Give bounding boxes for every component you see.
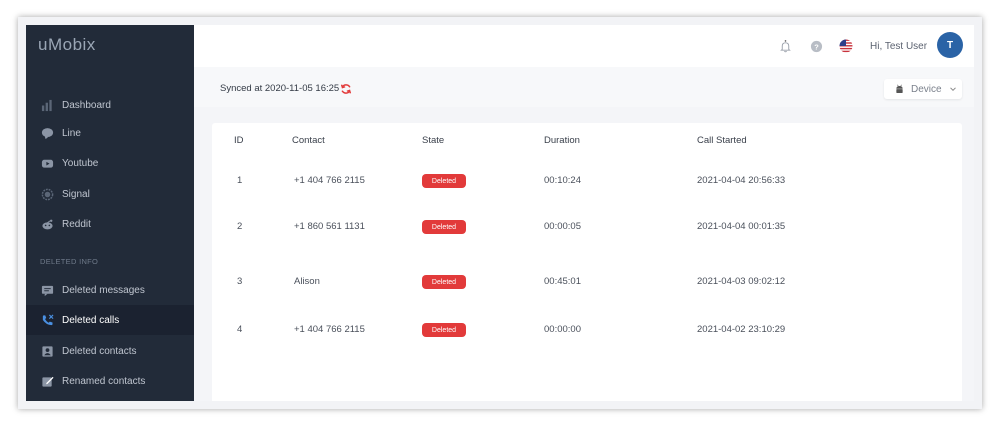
sync-status: Synced at 2020-11-05 16:25 (220, 83, 340, 94)
cell-id: 1 (237, 175, 243, 186)
us-flag-icon[interactable] (839, 39, 853, 53)
sidebar-item-dashboard[interactable]: Dashboard (26, 90, 194, 120)
cell-id: 2 (237, 221, 243, 232)
screenshot-frame: uMobix Dashboard Line Youtube Signal Red… (18, 17, 982, 409)
cell-contact: +1 404 766 2115 (294, 175, 365, 186)
column-header-id[interactable]: ID (234, 135, 244, 146)
cell-id: 4 (237, 324, 243, 335)
app-window: uMobix Dashboard Line Youtube Signal Red… (26, 25, 974, 401)
cell-duration: 00:00:05 (544, 221, 581, 232)
column-header-call-started[interactable]: Call Started (697, 135, 747, 146)
sidebar-item-line[interactable]: Line (26, 118, 194, 148)
status-badge: Deleted (422, 174, 466, 188)
refresh-icon[interactable] (340, 82, 352, 94)
edit-icon (40, 374, 54, 388)
table-row[interactable]: 1 +1 404 766 2115 Deleted 00:10:24 2021-… (212, 168, 962, 208)
sidebar-item-label: Dashboard (62, 99, 111, 111)
app-logo[interactable]: uMobix (38, 35, 96, 55)
sidebar-item-label: Renamed contacts (62, 375, 146, 387)
sidebar-item-label: Youtube (62, 157, 99, 169)
column-header-state[interactable]: State (422, 135, 444, 146)
help-icon[interactable]: ? (809, 39, 823, 53)
cell-contact: Alison (294, 276, 320, 287)
cell-call-started: 2021-04-02 23:10:29 (697, 324, 786, 335)
cell-duration: 00:10:24 (544, 175, 581, 186)
bar-chart-icon (40, 98, 54, 112)
sidebar-item-deleted-contacts[interactable]: Deleted contacts (26, 336, 194, 366)
cell-call-started: 2021-04-04 00:01:35 (697, 221, 786, 232)
cell-duration: 00:45:01 (544, 276, 581, 287)
chevron-down-icon (949, 87, 956, 92)
user-greeting[interactable]: Hi, Test User (870, 41, 927, 52)
avatar[interactable]: T (937, 32, 963, 58)
sync-bar: Synced at 2020-11-05 16:25 Device (194, 67, 974, 107)
reddit-icon (40, 217, 54, 231)
svg-text:?: ? (814, 42, 819, 51)
line-chat-icon (40, 126, 54, 140)
column-header-duration[interactable]: Duration (544, 135, 580, 146)
youtube-icon (40, 156, 54, 170)
table-row[interactable]: 4 +1 404 766 2115 Deleted 00:00:00 2021-… (212, 317, 962, 357)
message-icon (40, 283, 54, 297)
device-label: Device (911, 83, 942, 95)
cell-call-started: 2021-04-03 09:02:12 (697, 276, 786, 287)
table-row[interactable]: 2 +1 860 561 1131 Deleted 00:00:05 2021-… (212, 214, 962, 254)
sidebar-item-label: Reddit (62, 218, 91, 230)
bell-icon[interactable] (778, 39, 792, 53)
signal-icon (40, 187, 54, 201)
status-badge: Deleted (422, 275, 466, 289)
top-header: ? Hi, Test User T (194, 25, 974, 67)
sidebar-item-label: Line (62, 127, 81, 139)
sidebar-item-label: Deleted contacts (62, 345, 137, 357)
column-header-contact[interactable]: Contact (292, 135, 325, 146)
sidebar-item-label: Signal (62, 188, 90, 200)
phone-icon (40, 313, 54, 327)
sidebar: uMobix Dashboard Line Youtube Signal Red… (26, 25, 194, 401)
sidebar-item-label: Deleted calls (62, 314, 120, 326)
cell-id: 3 (237, 276, 243, 287)
sidebar-item-deleted-messages[interactable]: Deleted messages (26, 275, 194, 305)
device-selector[interactable]: Device (884, 79, 962, 99)
android-icon (896, 84, 903, 93)
sidebar-item-label: Deleted messages (62, 284, 145, 296)
cell-duration: 00:00:00 (544, 324, 581, 335)
contact-icon (40, 344, 54, 358)
sidebar-item-youtube[interactable]: Youtube (26, 148, 194, 178)
cell-contact: +1 404 766 2115 (294, 324, 365, 335)
sidebar-item-signal[interactable]: Signal (26, 179, 194, 209)
cell-contact: +1 860 561 1131 (294, 221, 365, 232)
section-label-deleted-info: DELETED INFO (40, 257, 99, 266)
status-badge: Deleted (422, 323, 466, 337)
sidebar-item-renamed-contacts[interactable]: Renamed contacts (26, 366, 194, 396)
sidebar-item-deleted-calls[interactable]: Deleted calls (26, 305, 194, 335)
status-badge: Deleted (422, 220, 466, 234)
calls-table: ID Contact State Duration Call Started 1… (212, 123, 962, 401)
cell-call-started: 2021-04-04 20:56:33 (697, 175, 786, 186)
table-row[interactable]: 3 Alison Deleted 00:45:01 2021-04-03 09:… (212, 269, 962, 309)
sidebar-item-reddit[interactable]: Reddit (26, 209, 194, 239)
